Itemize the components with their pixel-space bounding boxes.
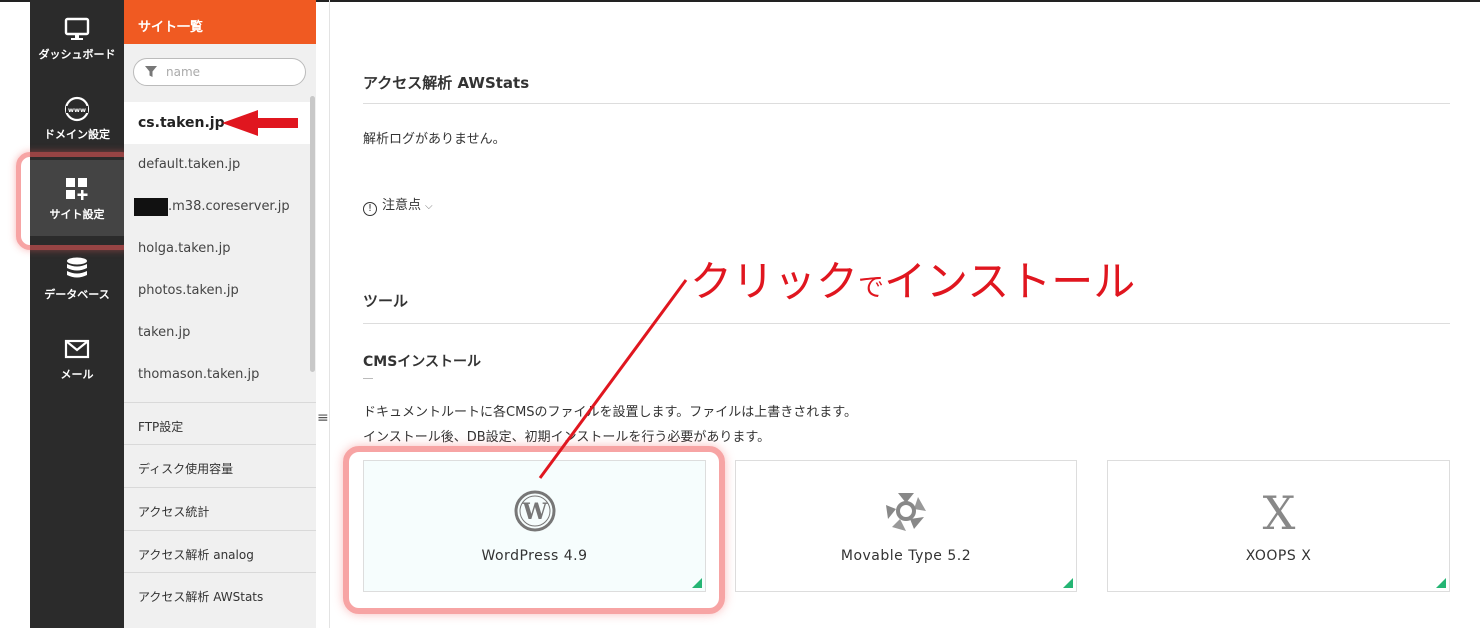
- info-circle-icon: !: [363, 202, 377, 216]
- nav-dashboard[interactable]: ダッシュボード: [30, 0, 124, 76]
- menu-analog[interactable]: アクセス解析 analog: [124, 530, 316, 572]
- movable-type-icon: [886, 493, 926, 531]
- panel-divider: [329, 0, 330, 628]
- notes-label: 注意点: [382, 198, 422, 213]
- nav-database-label: データベース: [44, 288, 110, 301]
- envelope-icon: [64, 339, 90, 359]
- awstats-section-title: アクセス解析 AWStats: [363, 74, 530, 92]
- cms-description-2: インストール後、DB設定、初期インストールを行う必要があります。: [363, 430, 771, 445]
- filter-icon: [145, 66, 157, 77]
- nav-domain-settings-label: ドメイン設定: [44, 128, 110, 141]
- menu-awstats[interactable]: アクセス解析 AWStats: [124, 572, 316, 614]
- site-settings-highlight: [16, 152, 136, 250]
- nav-mail-label: メール: [60, 368, 94, 381]
- annotation-text-1: クリック: [690, 257, 859, 306]
- site-list-panel: サイト一覧 cs.taken.jp default.taken.jp .m38.…: [124, 0, 316, 628]
- site-filter-input[interactable]: [166, 63, 296, 81]
- monitor-icon: [64, 17, 90, 40]
- notes-toggle[interactable]: ! 注意点 ⌵: [363, 194, 433, 216]
- awstats-divider: [363, 103, 1450, 104]
- no-log-message: 解析ログがありません。: [363, 132, 506, 147]
- tools-title: ツール: [363, 292, 409, 310]
- site-item-photos[interactable]: photos.taken.jp: [124, 270, 310, 312]
- nav-mail[interactable]: メール: [30, 320, 124, 396]
- nav-domain-settings[interactable]: www ドメイン設定: [30, 80, 124, 156]
- nav-database[interactable]: データベース: [30, 240, 124, 316]
- cms-install-title: CMSインストール: [363, 354, 482, 370]
- database-icon: [67, 257, 87, 278]
- site-item-default[interactable]: default.taken.jp: [124, 144, 310, 186]
- annotation-text-3: インストール: [884, 257, 1136, 306]
- site-list-title: サイト一覧: [124, 0, 316, 44]
- cms-description-1: ドキュメントルートに各CMSのファイルを設置します。ファイルは上書きされます。: [363, 405, 857, 420]
- nav-dashboard-label: ダッシュボード: [38, 48, 116, 61]
- cms-card-movable-type[interactable]: Movable Type 5.2: [735, 460, 1077, 592]
- annotation-text-2: で: [858, 273, 885, 303]
- cms-card-xoops[interactable]: X XOOPS X: [1107, 460, 1450, 592]
- cms-card-xoops-name: XOOPS X: [1245, 548, 1312, 564]
- svg-text:www: www: [68, 106, 86, 114]
- chevron-down-icon: ⌵: [425, 201, 433, 212]
- menu-disk-usage[interactable]: ディスク使用容量: [124, 444, 316, 486]
- site-filter[interactable]: [133, 58, 306, 86]
- wordpress-card-highlight: [343, 446, 725, 614]
- site-list-scrollbar[interactable]: [310, 96, 315, 372]
- site-item-holga[interactable]: holga.taken.jp: [124, 228, 310, 270]
- install-annotation: クリックでインストール: [690, 248, 1135, 309]
- cms-title-underline: [363, 378, 373, 379]
- cms-card-movable-type-name: Movable Type 5.2: [840, 548, 972, 564]
- site-item-cs[interactable]: cs.taken.jp: [124, 102, 310, 144]
- redaction-bar: [134, 198, 168, 216]
- site-item-taken[interactable]: taken.jp: [124, 312, 310, 354]
- www-globe-icon: www: [64, 96, 90, 122]
- card-corner-marker: [1063, 578, 1073, 588]
- tools-divider: [363, 323, 1450, 324]
- panel-collapse-handle-icon[interactable]: ≡: [317, 410, 329, 426]
- svg-text:X: X: [1262, 489, 1295, 533]
- card-corner-marker: [1436, 578, 1446, 588]
- xoops-icon: X: [1262, 489, 1295, 533]
- menu-access-stats[interactable]: アクセス統計: [124, 487, 316, 529]
- menu-ftp-settings[interactable]: FTP設定: [124, 402, 316, 444]
- main-nav-rail: ダッシュボード www ドメイン設定 サイト設定 データベース メール: [30, 0, 124, 628]
- site-item-thomason[interactable]: thomason.taken.jp: [124, 354, 310, 396]
